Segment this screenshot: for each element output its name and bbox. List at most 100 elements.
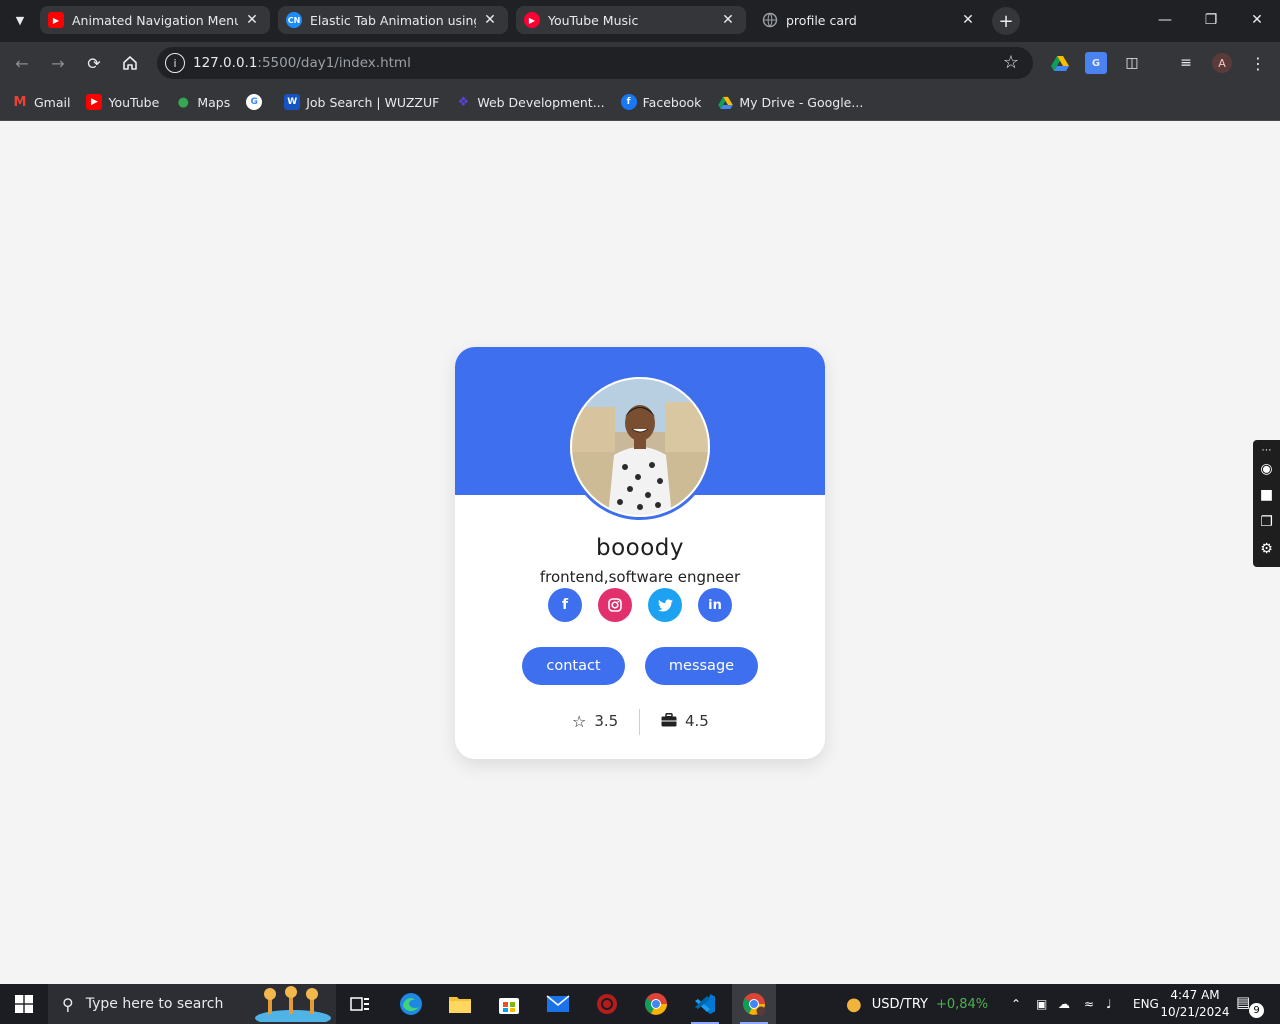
window-close-icon[interactable]: ✕ [1234, 0, 1280, 40]
home-icon[interactable] [116, 49, 144, 77]
reload-icon[interactable]: ⟳ [80, 49, 108, 77]
profile-card: booody frontend,software engneer f in co… [455, 347, 825, 759]
taskbar-clock[interactable]: 4:47 AM 10/21/2024 [1160, 987, 1230, 1021]
profile-photo-ring [570, 377, 710, 517]
bookmark-facebook[interactable]: f Facebook [620, 94, 701, 110]
web-dev-icon: ❖ [457, 94, 470, 110]
wifi-icon[interactable]: ≈ [1084, 984, 1094, 1024]
minimize-icon[interactable]: — [1142, 0, 1188, 40]
video-camera-icon[interactable]: ■ [1256, 484, 1277, 505]
tab-animated-navigation[interactable]: ▶ Animated Navigation Menu Bar ✕ [40, 6, 270, 34]
windows-start-icon[interactable] [0, 984, 48, 1024]
bookmark-label: Maps [197, 94, 231, 110]
back-arrow-icon[interactable]: ← [8, 49, 36, 77]
extensions-puzzle-icon[interactable]: ◫ [1121, 52, 1143, 74]
url-host: 127.0.0.1 [193, 55, 258, 71]
chrome-icon[interactable] [634, 984, 678, 1024]
mail-icon[interactable] [536, 984, 580, 1024]
media-controls-icon[interactable]: ≡ [1175, 52, 1197, 74]
bookmark-my-drive[interactable]: My Drive - Google... [717, 94, 863, 110]
capture-toolbar: ⋯ ◉ ■ ❐ ⚙ [1253, 440, 1280, 567]
bookmark-wuzzuf[interactable]: W Job Search | WUZZUF [284, 94, 439, 110]
camera-icon[interactable]: ◉ [1256, 458, 1277, 479]
card-actions: contact message [455, 647, 825, 685]
tab-elastic-tab[interactable]: CN Elastic Tab Animation using HTML ✕ [278, 6, 508, 34]
meet-now-icon[interactable]: ▣ [1036, 984, 1047, 1024]
tab-youtube-music[interactable]: ▶ YouTube Music ✕ [516, 6, 746, 34]
search-placeholder: Type here to search [85, 996, 224, 1012]
window-capture-icon[interactable]: ❐ [1256, 511, 1277, 532]
message-button[interactable]: message [645, 647, 758, 685]
tab-title: Elastic Tab Animation using HTML [310, 12, 476, 28]
bookmark-label: Web Development... [477, 94, 605, 110]
bookmark-label: Job Search | WUZZUF [306, 94, 440, 110]
profile-role: frontend,software engneer [539, 568, 741, 586]
edge-browser-icon[interactable] [389, 984, 433, 1024]
tab-title: YouTube Music [548, 12, 639, 28]
volume-icon[interactable]: ♩ [1106, 984, 1112, 1024]
close-icon[interactable]: ✕ [244, 12, 260, 28]
search-icon: ⚲ [62, 994, 74, 1014]
site-info-icon[interactable]: i [165, 53, 185, 73]
tab-title: profile card [786, 12, 857, 28]
contact-button[interactable]: contact [522, 647, 625, 685]
windows-taskbar: ⚲ Type here to search ● USD/TRY +0,84% ⌃ [0, 984, 1280, 1024]
bookmark-youtube[interactable]: ▶ YouTube [86, 94, 159, 110]
ticker-label: USD/TRY [871, 996, 928, 1012]
url-text: 127.0.0.1:5500/day1/index.html [193, 55, 411, 71]
google-translate-icon[interactable]: G [1085, 52, 1107, 74]
bookmark-google[interactable]: G [246, 94, 268, 110]
google-icon: G [246, 94, 263, 110]
file-explorer-icon[interactable] [438, 984, 482, 1024]
browser-toolbar: ← → ⟳ i 127.0.0.1:5500/day1/index.html ☆… [0, 42, 1280, 84]
settings-gear-icon[interactable]: ⚙ [1256, 538, 1277, 559]
gaming-app-icon[interactable] [585, 984, 629, 1024]
youtube-music-icon: ▶ [524, 12, 540, 28]
briefcase-icon [661, 712, 677, 731]
clock-time: 4:47 AM [1170, 988, 1220, 1002]
rating-value: 3.5 [594, 712, 619, 730]
url-path: :5500/day1/index.html [257, 55, 411, 71]
notification-center-icon[interactable]: ▤ 9 [1236, 993, 1264, 1018]
microsoft-store-icon[interactable] [487, 984, 531, 1024]
new-tab-button[interactable]: + [992, 7, 1020, 35]
bookmark-label: YouTube [108, 94, 160, 110]
language-indicator[interactable]: ENG [1133, 984, 1159, 1024]
onedrive-cloud-icon[interactable]: ☁ [1058, 984, 1070, 1024]
tab-search-chevron-icon[interactable]: ▼ [6, 6, 34, 34]
bookmark-gmail[interactable]: M Gmail [12, 94, 71, 110]
twitter-icon[interactable] [648, 588, 682, 622]
close-icon[interactable]: ✕ [720, 12, 736, 28]
currency-ticker[interactable]: ● USD/TRY +0,84% [846, 984, 988, 1024]
facebook-icon[interactable]: f [548, 588, 582, 622]
close-icon[interactable]: ✕ [482, 12, 498, 28]
restore-icon[interactable]: ❐ [1188, 0, 1234, 40]
search-highlight-illustration [255, 986, 331, 1022]
task-view-icon[interactable] [338, 984, 382, 1024]
instagram-icon[interactable] [598, 588, 632, 622]
card-stats: ☆ 3.5 4.5 [455, 709, 825, 735]
forward-arrow-icon[interactable]: → [44, 49, 72, 77]
taskbar-search-box[interactable]: ⚲ Type here to search [48, 984, 336, 1024]
bookmark-web-development[interactable]: ❖ Web Development... [455, 94, 605, 110]
profile-avatar[interactable]: A [1212, 53, 1232, 73]
vscode-icon[interactable] [683, 984, 727, 1024]
show-hidden-icons[interactable]: ⌃ [1011, 984, 1021, 1024]
more-menu-icon[interactable]: ⋮ [1247, 52, 1269, 74]
linkedin-icon[interactable]: in [698, 588, 732, 622]
bookmark-maps[interactable]: ● Maps [175, 94, 231, 110]
ticker-change: +0,84% [935, 996, 989, 1012]
bookmark-star-icon[interactable]: ☆ [1003, 52, 1019, 73]
tab-profile-card[interactable]: profile card ✕ [754, 6, 986, 34]
gmail-icon: M [13, 94, 27, 110]
coins-icon: ● [846, 993, 862, 1015]
youtube-icon: ▶ [48, 12, 64, 28]
chrome-profile-icon[interactable] [732, 984, 776, 1024]
stat-divider [639, 709, 640, 735]
google-drive-extension-icon[interactable] [1049, 52, 1071, 74]
close-icon[interactable]: ✕ [960, 12, 976, 28]
profile-name: booody [595, 535, 685, 561]
google-drive-icon [717, 94, 733, 110]
bookmarks-bar: M Gmail ▶ YouTube ● Maps G W Job Search … [0, 84, 1280, 121]
address-bar[interactable]: i 127.0.0.1:5500/day1/index.html ☆ [157, 47, 1033, 79]
